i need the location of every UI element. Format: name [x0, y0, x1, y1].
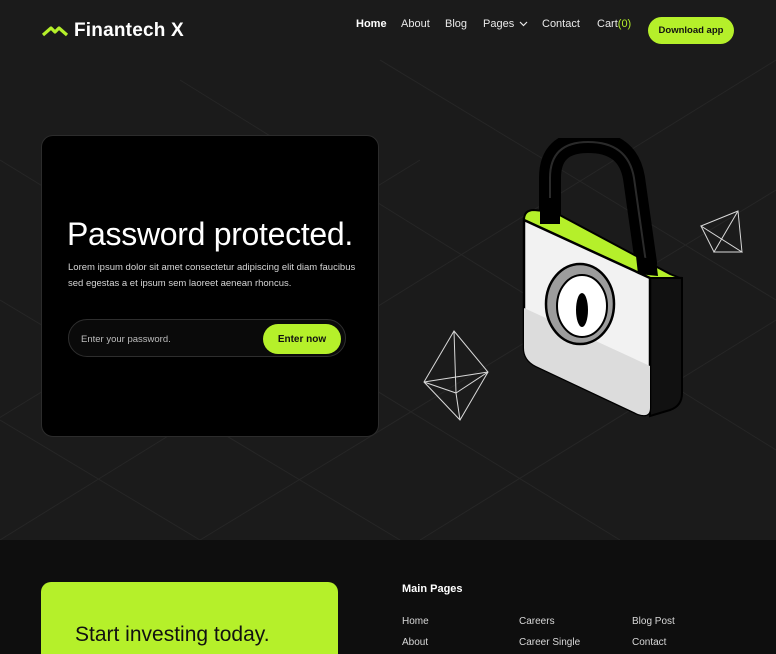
password-form: Enter now [68, 319, 346, 357]
footer-link-home[interactable]: Home [402, 616, 429, 627]
cta-card: Start investing today. [41, 582, 338, 654]
download-app-button[interactable]: Download app [648, 17, 734, 44]
logo[interactable]: Finantech X [42, 20, 184, 42]
nav-contact[interactable]: Contact [542, 18, 580, 30]
site-footer: Start investing today. Main Pages Home A… [0, 540, 776, 654]
nav-pages-label: Pages [483, 18, 515, 30]
footer-heading-main-pages: Main Pages [402, 583, 463, 595]
password-card: Password protected. Lorem ipsum dolor si… [41, 135, 379, 437]
padlock-illustration [522, 138, 683, 418]
footer-link-contact[interactable]: Contact [632, 637, 666, 648]
nav-home[interactable]: Home [356, 18, 387, 30]
nav-pages-dropdown[interactable]: Pages [483, 18, 528, 30]
chevron-down-icon [519, 21, 528, 27]
page-title: Password protected. [67, 216, 354, 252]
card-description: Lorem ipsum dolor sit amet consectetur a… [68, 262, 356, 289]
nav-blog[interactable]: Blog [445, 18, 467, 30]
brand-name: Finantech X [74, 20, 184, 41]
footer-link-careers[interactable]: Careers [519, 616, 555, 627]
footer-link-about[interactable]: About [402, 637, 428, 648]
nav-about[interactable]: About [401, 18, 430, 30]
password-input[interactable] [81, 330, 251, 348]
enter-now-button[interactable]: Enter now [263, 324, 341, 354]
site-header: Finantech X Home About Blog Pages Contac… [0, 0, 776, 62]
tetrahedron-outline-icon [699, 210, 743, 253]
footer-link-career-single[interactable]: Career Single [519, 637, 580, 648]
footer-link-blog-post[interactable]: Blog Post [632, 616, 675, 627]
cart-count: (0) [617, 18, 632, 30]
chevron-up-logo-icon [42, 26, 68, 37]
cart-label: Cart [597, 18, 618, 30]
octahedron-outline-icon [423, 330, 489, 421]
cta-title: Start investing today. [75, 623, 270, 646]
nav-cart[interactable]: Cart(0) [597, 18, 631, 30]
